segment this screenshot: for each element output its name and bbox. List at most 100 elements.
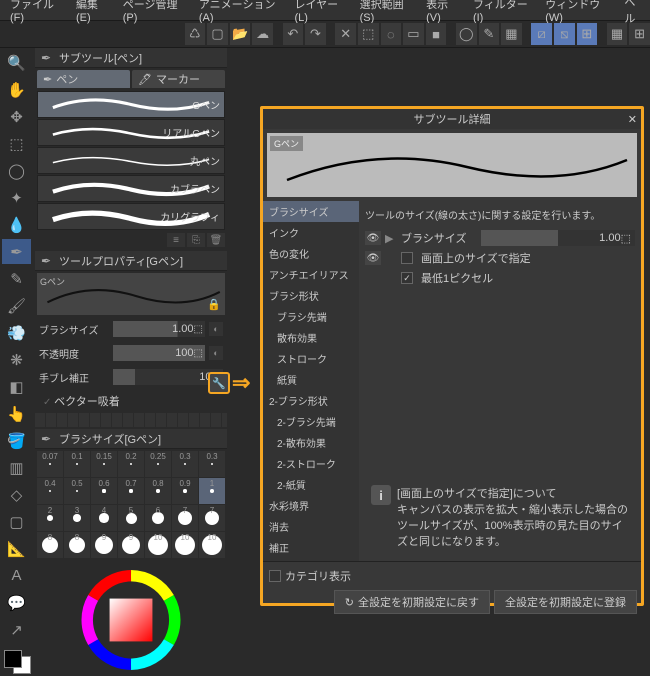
tb-app-icon[interactable]: ⊞ [629, 23, 650, 45]
brush-item[interactable]: カリグラフィ [37, 203, 225, 230]
foreground-color[interactable] [4, 650, 22, 668]
category-item[interactable]: ストローク [263, 348, 359, 369]
opacity-slider[interactable]: 100⬚ [113, 345, 205, 361]
size-cell[interactable]: 8 [37, 532, 63, 558]
size-cell[interactable]: 0.4 [37, 478, 63, 504]
size-cell[interactable]: 0.8 [145, 478, 171, 504]
tool-fill-icon[interactable]: 🪣 [2, 428, 31, 453]
category-item[interactable]: 紙質 [263, 369, 359, 390]
color-wheel[interactable] [61, 570, 201, 670]
eye-icon[interactable]: 👁 [365, 231, 381, 245]
size-cell[interactable]: 0.5 [64, 478, 90, 504]
dynamics-icon[interactable]: ◐ [209, 322, 223, 336]
size-cell[interactable]: 9 [118, 532, 144, 558]
menu-icon[interactable]: ≡ [167, 233, 185, 247]
category-item[interactable]: 散布効果 [263, 327, 359, 348]
size-cell[interactable]: 10 [145, 532, 171, 558]
tool-text-icon[interactable]: A [2, 563, 31, 588]
checkbox[interactable] [269, 570, 281, 582]
tb-recycle-icon[interactable]: ♺ [185, 23, 206, 45]
category-item[interactable]: ブラシ先端 [263, 306, 359, 327]
tool-gradient-icon[interactable]: ▥ [2, 455, 31, 480]
tool-magnifier-icon[interactable]: 🔍 [2, 50, 31, 75]
tb-open-icon[interactable]: 📂 [230, 23, 251, 45]
tool-eyedropper-icon[interactable]: 💧 [2, 212, 31, 237]
size-cell[interactable]: 0.9 [172, 478, 198, 504]
menu-edit[interactable]: 編集(E) [70, 0, 115, 26]
category-item[interactable]: 入り抜き [263, 558, 359, 561]
brush-item[interactable]: Gペン [37, 91, 225, 118]
tb-grid-icon[interactable]: ▦ [607, 23, 628, 45]
size-cell[interactable]: 10 [199, 532, 225, 558]
category-item[interactable]: 2-散布効果 [263, 432, 359, 453]
category-item[interactable]: ブラシ形状 [263, 285, 359, 306]
tool-eraser-icon[interactable]: ◧ [2, 374, 31, 399]
tool-shape-icon[interactable]: ◇ [2, 482, 31, 507]
size-slider[interactable]: 1.00⬚ [113, 321, 205, 337]
size-cell[interactable]: 8 [64, 532, 90, 558]
size-cell[interactable]: 9 [91, 532, 117, 558]
checkbox[interactable] [401, 252, 413, 264]
eye-icon[interactable]: 👁 [365, 251, 381, 265]
tb-snap3-icon[interactable]: ⊞ [577, 23, 598, 45]
size-cell[interactable]: 0.07 [37, 451, 63, 477]
size-cell[interactable]: 0.2 [118, 451, 144, 477]
tool-airbrush-icon[interactable]: 💨 [2, 320, 31, 345]
category-item[interactable]: 2-ストローク [263, 453, 359, 474]
tool-wand-icon[interactable]: ✦ [2, 185, 31, 210]
size-cell[interactable]: 0.3 [199, 451, 225, 477]
tb-snap2-icon[interactable]: ⧅ [554, 23, 575, 45]
category-item[interactable]: 消去 [263, 516, 359, 537]
category-item[interactable]: アンチエイリアス [263, 264, 359, 285]
size-cell[interactable]: 1 [199, 478, 225, 504]
tb-loading-icon[interactable]: ◌ [381, 23, 402, 45]
trash-icon[interactable]: 🗑 [207, 233, 225, 247]
brush-item[interactable]: リアルGペン [37, 119, 225, 146]
category-item[interactable]: ブラシサイズ [263, 201, 359, 222]
category-item[interactable]: 水彩境界 [263, 495, 359, 516]
tab-marker[interactable]: 🖊マーカー [132, 70, 225, 88]
size-cell[interactable]: 2 [37, 505, 63, 531]
category-item[interactable]: インク [263, 222, 359, 243]
category-item[interactable]: 色の変化 [263, 243, 359, 264]
tb-snap1-icon[interactable]: ⧄ [531, 23, 552, 45]
category-item[interactable]: 2-ブラシ先端 [263, 411, 359, 432]
wrench-button[interactable]: 🔧 [208, 372, 230, 394]
tool-hand-icon[interactable]: ✋ [2, 77, 31, 102]
size-cell[interactable]: 6 [145, 505, 171, 531]
tb-circle-icon[interactable]: ◯ [456, 23, 477, 45]
tool-brush-icon[interactable]: 🖌 [2, 293, 31, 318]
tool-ruler-icon[interactable]: 📐 [2, 536, 31, 561]
category-item[interactable]: 補正 [263, 537, 359, 558]
copy-icon[interactable]: ⎘ [187, 233, 205, 247]
size-cell[interactable]: 7 [199, 505, 225, 531]
tb-redo-icon[interactable]: ↷ [305, 23, 326, 45]
brush-item[interactable]: カブラペン [37, 175, 225, 202]
tool-deco-icon[interactable]: ❋ [2, 347, 31, 372]
size-cell[interactable]: 0.6 [91, 478, 117, 504]
tb-rect-icon[interactable]: ▭ [403, 23, 424, 45]
size-cell[interactable]: 0.3 [172, 451, 198, 477]
tool-frame-icon[interactable]: ▢ [2, 509, 31, 534]
tool-pencil-icon[interactable]: ✎ [2, 266, 31, 291]
tb-new-icon[interactable]: ▢ [207, 23, 228, 45]
dialog-size-slider[interactable]: 1.00⬚ [481, 230, 635, 246]
size-cell[interactable]: 3 [64, 505, 90, 531]
color-swatch[interactable] [2, 648, 31, 674]
size-cell[interactable]: 7 [172, 505, 198, 531]
dynamics-icon[interactable]: ◐ [209, 346, 223, 360]
expand-icon[interactable]: ▶ [385, 232, 397, 245]
tool-correct-icon[interactable]: ↗ [2, 617, 31, 642]
menu-file[interactable]: ファイル(F) [4, 0, 68, 26]
size-cell[interactable]: 0.15 [91, 451, 117, 477]
checkbox[interactable]: ✓ [401, 272, 413, 284]
stab-slider[interactable]: 10⬚ [113, 369, 223, 385]
reset-button[interactable]: ↻全設定を初期設定に戻す [334, 590, 490, 614]
menu-page[interactable]: ページ管理(P) [117, 0, 191, 26]
tb-clear-icon[interactable]: ✕ [335, 23, 356, 45]
size-cell[interactable]: 5 [118, 505, 144, 531]
tool-blend-icon[interactable]: 👆 [2, 401, 31, 426]
vector-snap[interactable]: ✓ ベクター吸着 [35, 389, 227, 413]
tb-select-icon[interactable]: ⬚ [358, 23, 379, 45]
register-button[interactable]: 全設定を初期設定に登録 [494, 590, 637, 614]
